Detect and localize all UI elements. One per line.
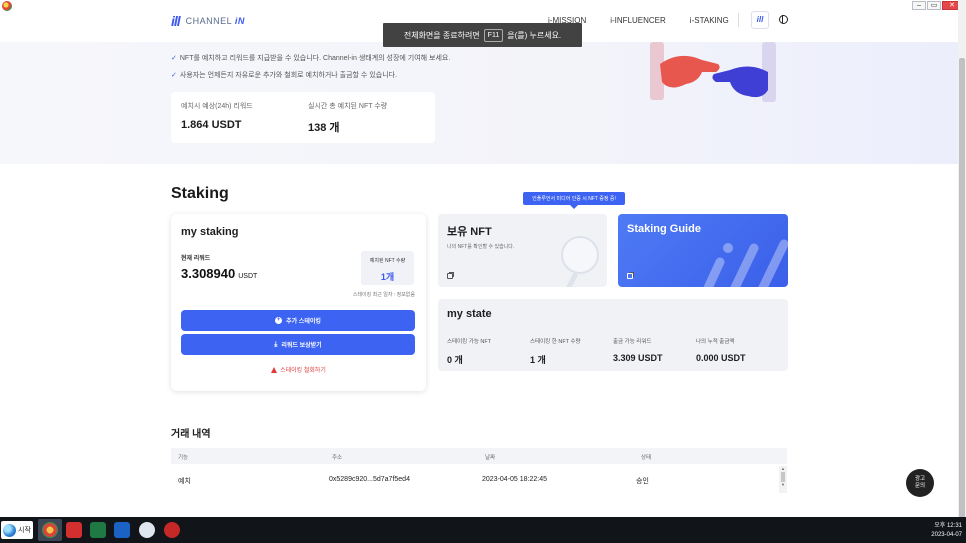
tx-date: 2023-04-05 18:22:45 — [482, 476, 547, 483]
minimize-button[interactable]: – — [912, 1, 926, 10]
hero-bullets: ✓ NFT를 예치하고 리워드를 지급받을 수 있습니다. Channel-in … — [171, 50, 450, 84]
check-icon: ✓ — [171, 55, 177, 62]
column-header: 기능 — [178, 455, 189, 461]
total-withdrawn: 나의 누적 출금액 0.000 USDT — [696, 339, 746, 363]
section-title: Staking — [171, 185, 229, 202]
handshake-illustration — [650, 42, 776, 102]
hero-bullet: ✓ NFT를 예치하고 리워드를 지급받을 수 있습니다. Channel-in … — [171, 55, 451, 62]
last-staking-date: 스테이킹 최근 일자 : 정보없음 — [352, 292, 415, 298]
ad-inquiry-button[interactable]: 광고 문의 — [906, 469, 934, 497]
claim-reward-button[interactable]: ⤓ 리워드 보상받기 — [181, 334, 415, 355]
page-scroll-thumb[interactable] — [959, 58, 965, 518]
owned-nft-title: 보유 NFT — [447, 226, 492, 238]
external-link-icon[interactable] — [627, 272, 634, 279]
magnifier-illustration — [561, 236, 599, 274]
owned-nft-subtitle: 나의 NFT를 확인할 수 있습니다. — [447, 244, 515, 250]
table-row: 예치 0x5289c920...5d7a7f5ed4 2023-04-05 18… — [171, 466, 779, 493]
system-clock[interactable]: 오후 12:31 2023-04-07 — [931, 522, 962, 540]
window-controls: – ▭ ✕ — [912, 1, 962, 10]
total-staked-nft: 실시간 총 예치된 NFT 수량 138 개 — [308, 103, 388, 134]
external-link-icon[interactable] — [447, 272, 454, 279]
withdraw-staking-link[interactable]: 스테이킹 철회하기 — [171, 365, 426, 374]
nav-divider — [738, 13, 739, 27]
record-app-icon[interactable] — [164, 522, 180, 538]
restore-button[interactable]: ▭ — [927, 1, 941, 10]
total-staked-nft-value: 138 개 — [308, 122, 340, 134]
my-state-title: my state — [447, 308, 492, 320]
hero-bullet: ✓ 사용자는 언제든지 자유로운 추가와 철회로 예치하거나 출금할 수 있습니다… — [171, 72, 398, 79]
scroll-thumb[interactable] — [781, 472, 785, 482]
check-icon: ✓ — [171, 72, 177, 79]
hero-stats-card: 예치시 예상(24h) 리워드 1.864 USDT 실시간 총 예치된 NFT… — [171, 92, 435, 143]
transactions-title: 거래 내역 — [171, 429, 211, 440]
owned-nft-card[interactable]: 보유 NFT 나의 NFT를 확인할 수 있습니다. — [438, 214, 607, 287]
my-state-card: my state 스테이킹 가능 NFT 0 개 스테이킹 한 NFT 수량 1… — [438, 299, 788, 371]
outlook-icon[interactable] — [114, 522, 130, 538]
tx-status: 승인 — [636, 478, 649, 485]
current-reward-value: 3.308940 USDT — [181, 266, 258, 281]
nav-i-staking[interactable]: i-STAKING — [690, 16, 729, 25]
transactions-header: 기능 주소 날짜 상태 — [171, 448, 787, 464]
withdrawable-reward: 출금 가능 리워드 3.309 USDT — [613, 339, 663, 363]
presentation-app-icon[interactable] — [66, 522, 82, 538]
magnifier-handle — [562, 272, 579, 287]
staked-nft-count: 1개 — [380, 272, 395, 282]
column-header: 상태 — [641, 455, 652, 461]
download-icon: ⤓ — [274, 340, 278, 348]
logo-text: CHANNEL iN — [185, 16, 245, 26]
channel-in-logo[interactable]: ill CHANNEL iN — [171, 13, 245, 29]
start-button[interactable]: 시작 — [1, 521, 33, 539]
my-staking-card: my staking 현재 리워드 3.308940 USDT 예치된 NFT 수… — [171, 214, 426, 391]
browser-app-icon — [2, 1, 12, 11]
excel-icon[interactable] — [90, 522, 106, 538]
staking-guide-title: Staking Guide — [627, 223, 701, 235]
staked-nft: 스테이킹 한 NFT 수량 1 개 — [530, 339, 581, 365]
stakeable-nft: 스테이킹 가능 NFT 0 개 — [447, 339, 492, 365]
transactions-scrollbar[interactable]: ▲ ▼ — [779, 466, 787, 493]
hero-banner: ✓ NFT를 예치하고 리워드를 지급받을 수 있습니다. Channel-in … — [0, 42, 958, 164]
chat-app-icon[interactable] — [139, 522, 155, 538]
add-staking-button[interactable]: + 추가 스테이킹 — [181, 310, 415, 331]
tx-type: 예치 — [178, 478, 191, 485]
globe-icon[interactable] — [779, 15, 788, 24]
my-staking-title: my staking — [181, 226, 239, 238]
wallet-logo-button[interactable]: ill — [751, 11, 769, 29]
nav-i-influencer[interactable]: i-INFLUENCER — [610, 16, 666, 25]
warning-icon — [271, 367, 278, 373]
chrome-icon[interactable] — [42, 522, 58, 538]
fullscreen-toast: 전체화면을 종료하려면 F11 을(를) 누르세요. — [383, 23, 582, 47]
column-header: 날짜 — [485, 455, 496, 461]
guide-logo-decoration — [703, 239, 788, 287]
windows-taskbar: 시작 오후 12:31 2023-04-07 — [0, 517, 966, 543]
column-header: 주소 — [332, 455, 343, 461]
scroll-up-icon[interactable]: ▲ — [779, 466, 787, 472]
staked-nft-count-box: 예치된 NFT 수량 1개 — [361, 251, 414, 285]
tx-address[interactable]: 0x5289c920...5d7a7f5ed4 — [329, 476, 410, 483]
current-reward-label: 현재 리워드 — [181, 256, 211, 262]
f11-key: F11 — [483, 28, 504, 42]
nft-promo-tooltip: 인플루언서 미디어 인증 시 NFT 증정 중! — [523, 192, 625, 209]
expected-reward-value: 1.864 USDT — [181, 119, 242, 131]
staking-guide-card[interactable]: Staking Guide — [618, 214, 788, 287]
page-scrollbar[interactable] — [958, 0, 966, 518]
scroll-down-icon[interactable]: ▼ — [779, 482, 787, 488]
windows-orb-icon — [3, 523, 16, 537]
plus-icon: + — [275, 317, 283, 324]
expected-reward: 예치시 예상(24h) 리워드 1.864 USDT — [181, 103, 253, 131]
logo-mark: ill — [171, 13, 181, 29]
